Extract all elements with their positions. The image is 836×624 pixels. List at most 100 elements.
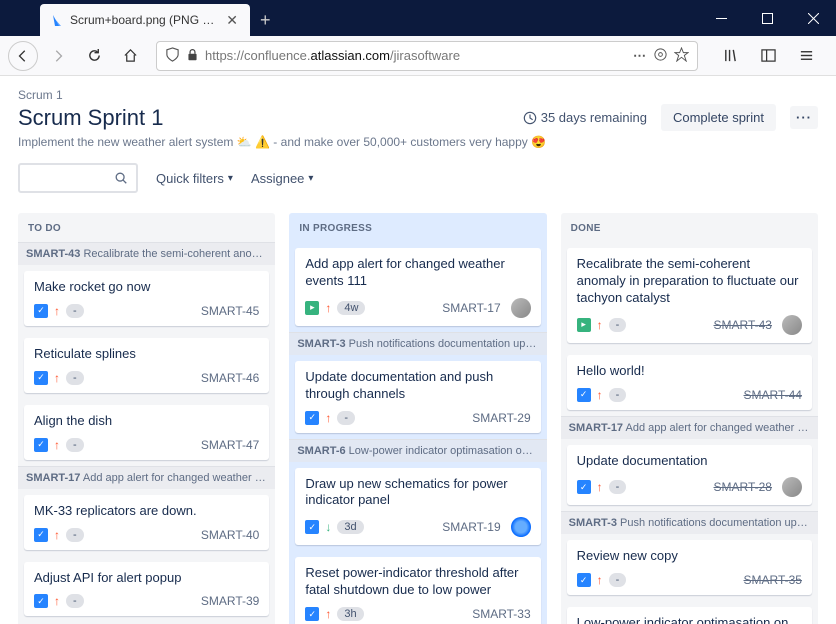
column-todo: TO DO SMART-43 Recalibrate the semi-cohe…	[18, 213, 275, 624]
chevron-down-icon: ▾	[228, 173, 233, 184]
issue-card[interactable]: Adjust API for alert popup ✓↑-SMART-39	[24, 562, 269, 617]
swimlane-header[interactable]: SMART-6 Low-power indicator optimasation…	[289, 439, 546, 462]
estimate-badge: -	[609, 573, 627, 587]
right-tools	[708, 40, 828, 72]
window-titlebar: Scrum+board.png (PNG Image ✕ +	[0, 0, 836, 36]
new-tab-button[interactable]: +	[250, 4, 281, 36]
browser-tab-active[interactable]: Scrum+board.png (PNG Image ✕	[40, 4, 250, 36]
assignee-dropdown[interactable]: Assignee ▾	[251, 171, 314, 186]
swimlane-header[interactable]: SMART-3 Push notifications documentation…	[289, 332, 546, 355]
priority-up-icon: ↑	[54, 528, 60, 542]
priority-down-icon: ↓	[325, 520, 331, 534]
close-button[interactable]	[790, 0, 836, 36]
column-header: DONE	[561, 213, 818, 242]
issue-card[interactable]: Reticulate splines ✓↑-SMART-46	[24, 338, 269, 393]
chevron-down-icon: ▾	[308, 173, 313, 184]
issue-card[interactable]: Recalibrate the semi-coherent anomaly in…	[567, 248, 812, 343]
task-icon: ✓	[34, 438, 48, 452]
breadcrumb[interactable]: Scrum 1	[18, 88, 818, 102]
reader-icon[interactable]	[653, 47, 668, 65]
task-icon: ✓	[305, 411, 319, 425]
issue-key: SMART-19	[442, 520, 500, 534]
task-icon: ✓	[577, 480, 591, 494]
avatar[interactable]	[511, 298, 531, 318]
avatar[interactable]	[782, 315, 802, 335]
story-icon: ▸	[577, 318, 591, 332]
window-controls	[698, 0, 836, 36]
issue-card[interactable]: Review new copy ✓ ↑- SMART-35	[567, 540, 812, 595]
estimate-badge: -	[337, 411, 355, 425]
search-input[interactable]	[18, 163, 138, 193]
estimate-badge: -	[66, 438, 84, 452]
atlassian-icon	[48, 12, 64, 28]
avatar[interactable]	[782, 477, 802, 497]
issue-key: SMART-35	[744, 573, 802, 587]
issue-key: SMART-46	[201, 371, 259, 385]
days-remaining: 35 days remaining	[523, 110, 647, 125]
task-icon: ✓	[305, 607, 319, 621]
estimate-badge: -	[609, 480, 627, 494]
task-icon: ✓	[34, 528, 48, 542]
card-title: Align the dish	[34, 413, 259, 430]
task-icon: ✓	[577, 573, 591, 587]
days-remaining-text: 35 days remaining	[541, 110, 647, 125]
shield-icon[interactable]	[165, 47, 180, 65]
more-actions-button[interactable]: ···	[790, 106, 818, 129]
card-title: Review new copy	[577, 548, 802, 565]
swimlane-header[interactable]: SMART-17 Add app alert for changed weath…	[561, 416, 818, 439]
priority-up-icon: ↑	[54, 371, 60, 385]
card-title: Make rocket go now	[34, 279, 259, 296]
reload-button[interactable]	[78, 40, 110, 72]
page-content: Scrum 1 Scrum Sprint 1 35 days remaining…	[0, 76, 836, 624]
column-header: IN PROGRESS	[289, 213, 546, 242]
issue-card[interactable]: Add app alert for changed weather events…	[295, 248, 540, 326]
lock-icon[interactable]	[186, 48, 199, 64]
issue-key: SMART-29	[472, 411, 530, 425]
issue-card[interactable]: MK-33 replicators are down. ✓↑-SMART-40	[24, 495, 269, 550]
tab-close-icon[interactable]: ✕	[222, 12, 242, 29]
issue-card[interactable]: Make rocket go now ✓↑-SMART-45	[24, 271, 269, 326]
task-icon: ✓	[577, 388, 591, 402]
forward-button[interactable]	[42, 40, 74, 72]
home-button[interactable]	[114, 40, 146, 72]
quick-filters-dropdown[interactable]: Quick filters ▾	[156, 171, 233, 186]
minimize-button[interactable]	[698, 0, 744, 36]
issue-card[interactable]: Reset power-indicator threshold after fa…	[295, 557, 540, 624]
library-icon[interactable]	[714, 40, 746, 72]
estimate-badge: -	[66, 528, 84, 542]
back-button[interactable]	[8, 41, 38, 71]
sidebar-icon[interactable]	[752, 40, 784, 72]
issue-card[interactable]: Hello world! ✓↑-SMART-44	[567, 355, 812, 410]
card-title: Reset power-indicator threshold after fa…	[305, 565, 530, 599]
card-title: Hello world!	[577, 363, 802, 380]
issue-card[interactable]: Low-power indicator optimasation on mode…	[567, 607, 812, 624]
issue-card[interactable]: Draw up new schematics for power indicat…	[295, 468, 540, 546]
issue-card[interactable]: Update documentation ✓↑-SMART-28	[567, 445, 812, 506]
priority-up-icon: ↑	[54, 304, 60, 318]
swimlane-header[interactable]: SMART-43 Recalibrate the semi-coherent a…	[18, 242, 275, 265]
estimate-badge: -	[609, 318, 627, 332]
page-actions-icon[interactable]: ⋯	[633, 48, 647, 64]
card-title: Low-power indicator optimasation on mode…	[577, 615, 802, 624]
task-icon: ✓	[34, 371, 48, 385]
swimlane-header[interactable]: SMART-17 Add app alert for changed weath…	[18, 466, 275, 489]
url-bar[interactable]: https://confluence.atlassian.com/jirasof…	[156, 41, 698, 71]
swimlane-header[interactable]: SMART-3 Push notifications documentation…	[561, 511, 818, 534]
menu-icon[interactable]	[790, 40, 822, 72]
issue-card[interactable]: Update documentation and push through ch…	[295, 361, 540, 433]
estimate-badge: -	[66, 371, 84, 385]
issue-key: SMART-40	[201, 528, 259, 542]
issue-key: SMART-28	[714, 480, 772, 494]
complete-sprint-button[interactable]: Complete sprint	[661, 104, 776, 131]
issue-card[interactable]: Align the dish ✓↑-SMART-47	[24, 405, 269, 460]
bookmark-icon[interactable]	[674, 47, 689, 65]
avatar[interactable]	[511, 517, 531, 537]
priority-up-icon: ↑	[597, 573, 603, 587]
priority-up-icon: ↑	[597, 388, 603, 402]
maximize-button[interactable]	[744, 0, 790, 36]
page-header: Scrum Sprint 1 35 days remaining Complet…	[18, 104, 818, 131]
priority-up-icon: ↑	[54, 438, 60, 452]
filter-bar: Quick filters ▾ Assignee ▾	[18, 163, 818, 193]
column-header: TO DO	[18, 213, 275, 242]
issue-key: SMART-39	[201, 594, 259, 608]
